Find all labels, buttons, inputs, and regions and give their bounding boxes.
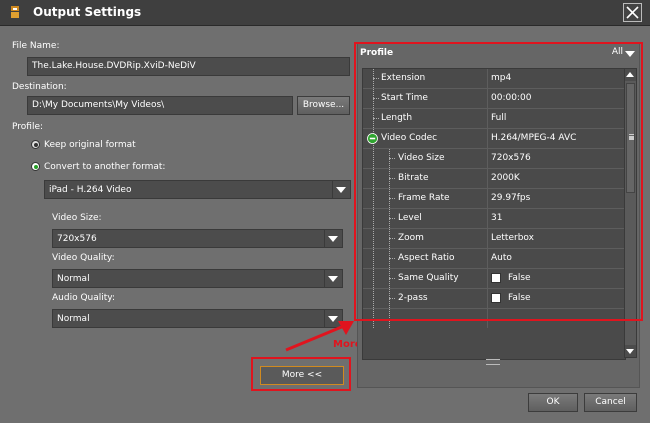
browse-button[interactable]: Browse... (297, 96, 350, 115)
video-size-value: 720x576 (57, 234, 97, 244)
destination-label: Destination: (12, 82, 67, 92)
video-quality-label: Video Quality: (52, 253, 115, 263)
scroll-down-icon[interactable] (625, 345, 636, 357)
convert-format-radio[interactable] (31, 162, 40, 171)
destination-input[interactable]: D:\My Documents\My Videos\ (27, 96, 293, 115)
video-size-label: Video Size: (52, 213, 102, 223)
keep-original-radio[interactable] (31, 140, 40, 149)
resize-grip[interactable] (486, 359, 500, 365)
format-select-value: iPad - H.264 Video (49, 185, 132, 195)
annotation-arrow (285, 321, 354, 352)
chevron-down-icon[interactable] (324, 230, 342, 247)
profile-label: Profile: (12, 122, 44, 132)
chevron-down-icon[interactable] (324, 270, 342, 287)
file-name-input[interactable]: The.Lake.House.DVDRip.XviD-NeDiV (27, 57, 350, 76)
ok-button[interactable]: OK (528, 393, 578, 412)
format-select[interactable]: iPad - H.264 Video (44, 180, 351, 199)
audio-quality-label: Audio Quality: (52, 293, 115, 303)
more-button[interactable]: More << (260, 366, 344, 385)
app-icon (11, 6, 19, 18)
convert-format-label: Convert to another format: (44, 162, 166, 172)
profile-panel-highlight (354, 42, 643, 321)
close-button[interactable] (623, 3, 642, 22)
window-title: Output Settings (33, 5, 142, 19)
video-size-select[interactable]: 720x576 (52, 229, 343, 248)
chevron-down-icon[interactable] (332, 181, 350, 198)
close-icon (626, 6, 639, 19)
video-quality-select[interactable]: Normal (52, 269, 343, 288)
audio-quality-value: Normal (57, 314, 90, 324)
keep-original-label: Keep original format (44, 140, 136, 150)
output-settings-window: Output Settings File Name: The.Lake.Hous… (0, 0, 650, 423)
cancel-button[interactable]: Cancel (584, 393, 637, 412)
file-name-label: File Name: (12, 41, 60, 51)
title-bar: Output Settings (0, 0, 650, 26)
video-quality-value: Normal (57, 274, 90, 284)
